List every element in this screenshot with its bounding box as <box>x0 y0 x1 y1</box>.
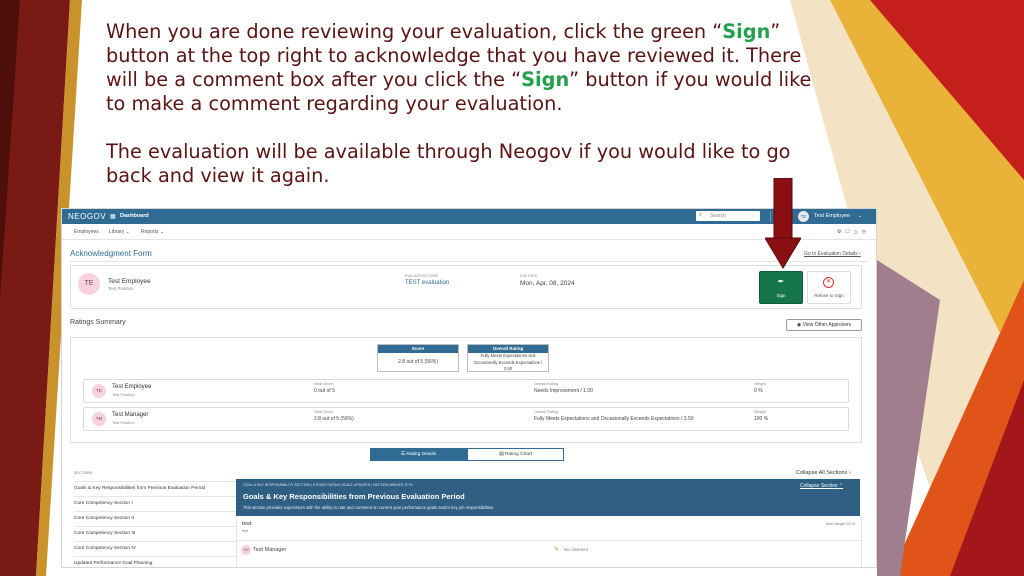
weight-value: 100 % <box>754 416 769 422</box>
tab-rating-details[interactable]: ☰ Rating Details <box>370 448 467 461</box>
sign-button-label: Sign <box>776 293 786 298</box>
total-score-label: Total Score <box>314 382 333 386</box>
weight-value: 0 % <box>754 388 763 394</box>
page-title: Acknowledgment Form <box>70 249 152 258</box>
rater-name: Test Employee <box>112 384 152 390</box>
employee-position: Test Position <box>108 286 134 291</box>
sections-header: SECTIONS <box>74 471 93 475</box>
employee-avatar: TE <box>78 273 100 295</box>
top-navigation-bar: NEOGOV ▦ Dashboard ⌕ Search TE Test Empl… <box>62 209 876 224</box>
overall-rating-label: Overall Rating <box>534 382 559 386</box>
section-item[interactable]: Core Competency Section I <box>74 496 236 506</box>
goal-section-meta: GOAL & KEY RESPONSIBILITY SECTION | 5 PO… <box>243 483 413 487</box>
instruction-paragraph-2: The evaluation will be available through… <box>106 140 791 187</box>
sign-keyword: Sign <box>722 20 771 43</box>
search-icon: ⌕ <box>699 212 703 218</box>
subnav-employees[interactable]: Employees <box>74 229 99 235</box>
goal-item-subtitle: test <box>242 529 249 533</box>
acknowledgment-card: TE Test Employee Test Position EVALUATIO… <box>70 265 862 309</box>
rater-position: Test Position <box>112 392 135 397</box>
goal-section-description: This section provides supervisors with t… <box>243 505 495 510</box>
overall-rating-box: Overall Rating Fully Meets Expectations … <box>467 344 549 372</box>
rater-row: TE Test Employee Test Position Total Sco… <box>83 379 849 403</box>
collapse-all-sections-link[interactable]: Collapse All Sections › <box>796 470 851 476</box>
score-header: Score <box>378 345 458 353</box>
subnav-library[interactable]: Library ⌄ <box>109 229 130 235</box>
neogov-logo[interactable]: NEOGOV <box>68 212 106 221</box>
weight-label: Weight <box>754 382 766 386</box>
commenter-name: Test Manager <box>253 547 287 553</box>
score-box: Score 2.8 out of 5 (56%) <box>377 344 459 372</box>
subnav-reports[interactable]: Reports ⌄ <box>141 229 164 235</box>
sub-navigation: Employees Library ⌄ Reports ⌄ ⚙☐△◷ <box>62 224 876 240</box>
goal-item-title: test <box>242 521 252 527</box>
toolbar-icons[interactable]: ⚙☐△◷ <box>837 229 870 235</box>
close-circle-icon: ✕ <box>823 277 834 288</box>
sign-button[interactable]: ✒ Sign <box>759 271 803 304</box>
overall-rating-header: Overall Rating <box>468 345 548 353</box>
view-tabs: ☰ Rating Details ▤ Rating Chart <box>370 448 564 461</box>
divider <box>237 540 861 541</box>
go-to-evaluation-link[interactable]: Go to Evaluation Details › <box>804 251 861 257</box>
section-item[interactable]: Core Competency Section IV <box>74 541 236 551</box>
section-item[interactable]: Updated Performance Goal Planning <box>74 556 236 566</box>
item-weight: Item weight 20 % <box>825 522 855 526</box>
rater-avatar: TE <box>92 384 106 398</box>
ratings-summary-title: Ratings Summary <box>70 319 126 326</box>
user-menu[interactable]: Test Employee <box>814 213 850 219</box>
no-comment-text: No comment <box>564 547 588 552</box>
weight-label: Weight <box>754 410 766 414</box>
ratings-summary-card: Score 2.8 out of 5 (56%) Overall Rating … <box>70 337 862 443</box>
divider <box>70 261 868 262</box>
neogov-screenshot: NEOGOV ▦ Dashboard ⌕ Search TE Test Empl… <box>62 209 876 567</box>
due-date-label: DUE DATE <box>520 274 538 278</box>
nav-dashboard[interactable]: Dashboard <box>120 213 149 219</box>
tab-rating-chart[interactable]: ▤ Rating Chart <box>467 448 564 461</box>
instruction-text: When you are done reviewing your evaluat… <box>106 20 816 188</box>
goal-section-header: GOAL & KEY RESPONSIBILITY SECTION | 5 PO… <box>236 479 860 516</box>
instruction-paragraph-1: When you are done reviewing your evaluat… <box>106 20 812 115</box>
overall-rating-value: Needs Improvement / 1.00 <box>534 388 593 394</box>
collapse-section-link[interactable]: Collapse Section ⌃ <box>800 483 843 489</box>
refuse-to-sign-button[interactable]: ✕ Refuse to Sign <box>807 271 851 304</box>
comment-icon: ✎ <box>554 547 560 553</box>
rater-name: Test Manager <box>112 412 149 418</box>
total-score-value: 2.8 out of 5 (56%) <box>314 416 354 422</box>
goal-section-title: Goals & Key Responsibilities from Previo… <box>243 492 465 501</box>
view-other-approvers-button[interactable]: ◉ View Other Approvers <box>786 319 862 331</box>
rater-row: TM Test Manager Test Position Total Scor… <box>83 407 849 431</box>
pen-icon: ✒ <box>777 277 785 286</box>
section-item[interactable]: Goals & Key Responsibilities from Previo… <box>74 481 236 491</box>
goal-item-content: test test Item weight 20 % TM Test Manag… <box>236 516 862 567</box>
overall-rating-label: Overall Rating <box>534 410 559 414</box>
overall-rating-value: Fully Meets Expectations and Occasionall… <box>473 353 543 371</box>
sections-sidebar: SECTIONS Goals & Key Responsibilities fr… <box>70 467 236 567</box>
sign-keyword: Sign <box>521 68 570 91</box>
app-grid-icon[interactable]: ▦ <box>110 213 116 220</box>
search-input[interactable]: ⌕ Search <box>696 211 760 221</box>
evaluation-form-link[interactable]: TEST evaluation <box>405 280 449 286</box>
chevron-down-icon[interactable]: ⌄ <box>858 213 862 219</box>
total-score-label: Total Score <box>314 410 333 414</box>
search-placeholder: Search <box>710 213 726 219</box>
pointer-arrow-icon <box>765 178 801 269</box>
section-item[interactable]: Core Competency Section III <box>74 526 236 536</box>
score-value: 2.8 out of 5 (56%) <box>398 359 438 365</box>
overall-rating-value: Fully Meets Expectations and Occasionall… <box>534 416 694 422</box>
rater-avatar: TM <box>92 412 106 426</box>
commenter-avatar: TM <box>241 545 251 555</box>
rater-position: Test Position <box>112 420 135 425</box>
total-score-value: 0 out of 5 <box>314 388 335 394</box>
section-item[interactable]: Core Competency Section II <box>74 511 236 521</box>
evaluation-form-label: EVALUATION FORM <box>405 274 438 278</box>
due-date-value: Mon, Apr. 08, 2024 <box>520 280 575 287</box>
refuse-button-label: Refuse to Sign <box>814 293 844 298</box>
employee-name: Test Employee <box>108 278 151 285</box>
